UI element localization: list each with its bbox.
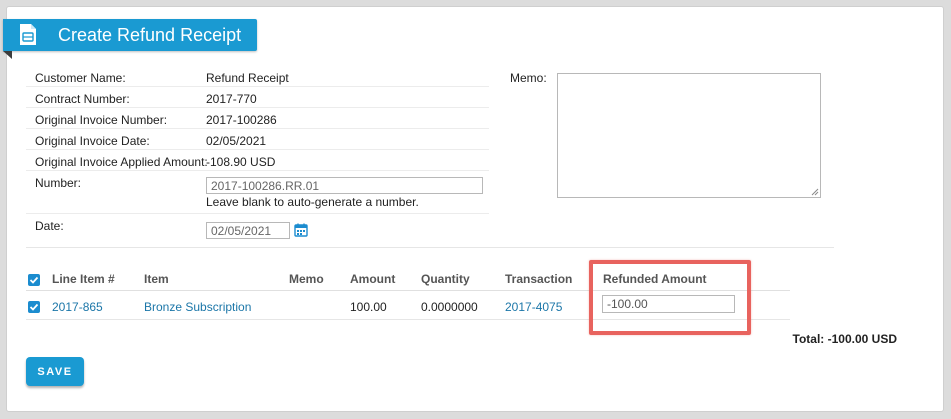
line-items-table: Line Item # Item Memo Amount Quantity Tr…: [26, 266, 790, 320]
original-invoice-number-row: Original Invoice Number: 2017-100286: [26, 108, 489, 129]
item-link[interactable]: Bronze Subscription: [144, 300, 251, 314]
applied-amount-label: Original Invoice Applied Amount:: [35, 155, 208, 169]
date-label: Date:: [35, 219, 64, 233]
transaction-link[interactable]: 2017-4075: [505, 300, 562, 314]
header-line-item[interactable]: Line Item #: [52, 272, 115, 286]
applied-amount-row: Original Invoice Applied Amount: -108.90…: [26, 150, 489, 171]
original-invoice-date-row: Original Invoice Date: 02/05/2021: [26, 129, 489, 150]
page-title-banner: Create Refund Receipt: [3, 19, 257, 51]
number-row: Number: Leave blank to auto-generate a n…: [26, 171, 489, 214]
number-help-text: Leave blank to auto-generate a number.: [206, 195, 419, 209]
select-all-checkbox[interactable]: [28, 274, 40, 286]
total-amount: Total: -100.00 USD: [792, 332, 897, 346]
header-transaction[interactable]: Transaction: [505, 272, 572, 286]
table-row: 2017-865 Bronze Subscription 100.00 0.00…: [26, 291, 790, 320]
refunded-amount-input[interactable]: [602, 295, 735, 313]
original-invoice-date-label: Original Invoice Date:: [35, 134, 150, 148]
line-items-header: Line Item # Item Memo Amount Quantity Tr…: [26, 266, 790, 291]
contract-number-label: Contract Number:: [35, 92, 130, 106]
header-item[interactable]: Item: [144, 272, 169, 286]
date-row: Date:: [26, 214, 489, 247]
row-amount: 100.00: [350, 300, 387, 314]
header-amount[interactable]: Amount: [350, 272, 395, 286]
date-input[interactable]: [206, 222, 290, 239]
header-refunded-amount[interactable]: Refunded Amount: [603, 272, 707, 286]
row-quantity: 0.0000000: [421, 300, 478, 314]
contract-number-value: 2017-770: [206, 92, 257, 106]
row-checkbox[interactable]: [28, 301, 40, 313]
section-divider: [26, 247, 834, 248]
header-quantity[interactable]: Quantity: [421, 272, 470, 286]
number-input[interactable]: [206, 177, 483, 194]
receipt-info-table: Customer Name: Refund Receipt Contract N…: [26, 66, 489, 247]
original-invoice-number-value: 2017-100286: [206, 113, 277, 127]
customer-name-value: Refund Receipt: [206, 71, 289, 85]
contract-number-row: Contract Number: 2017-770: [26, 87, 489, 108]
customer-name-label: Customer Name:: [35, 71, 126, 85]
memo-textarea[interactable]: [557, 73, 821, 198]
page-title: Create Refund Receipt: [58, 25, 242, 45]
receipt-icon: [20, 24, 36, 45]
checkmark-icon: [29, 303, 39, 311]
banner-fold: [3, 51, 12, 59]
applied-amount-value: -108.90 USD: [206, 155, 276, 169]
original-invoice-number-label: Original Invoice Number:: [35, 113, 168, 127]
calendar-icon[interactable]: [294, 223, 308, 237]
original-invoice-date-value: 02/05/2021: [206, 134, 267, 148]
number-label: Number:: [35, 176, 82, 190]
customer-name-row: Customer Name: Refund Receipt: [26, 66, 489, 87]
resize-grip-icon[interactable]: [811, 188, 819, 196]
save-button[interactable]: SAVE: [26, 357, 84, 386]
header-memo[interactable]: Memo: [289, 272, 324, 286]
memo-label: Memo:: [510, 71, 547, 85]
line-item-link[interactable]: 2017-865: [52, 300, 103, 314]
checkmark-icon: [29, 276, 39, 284]
